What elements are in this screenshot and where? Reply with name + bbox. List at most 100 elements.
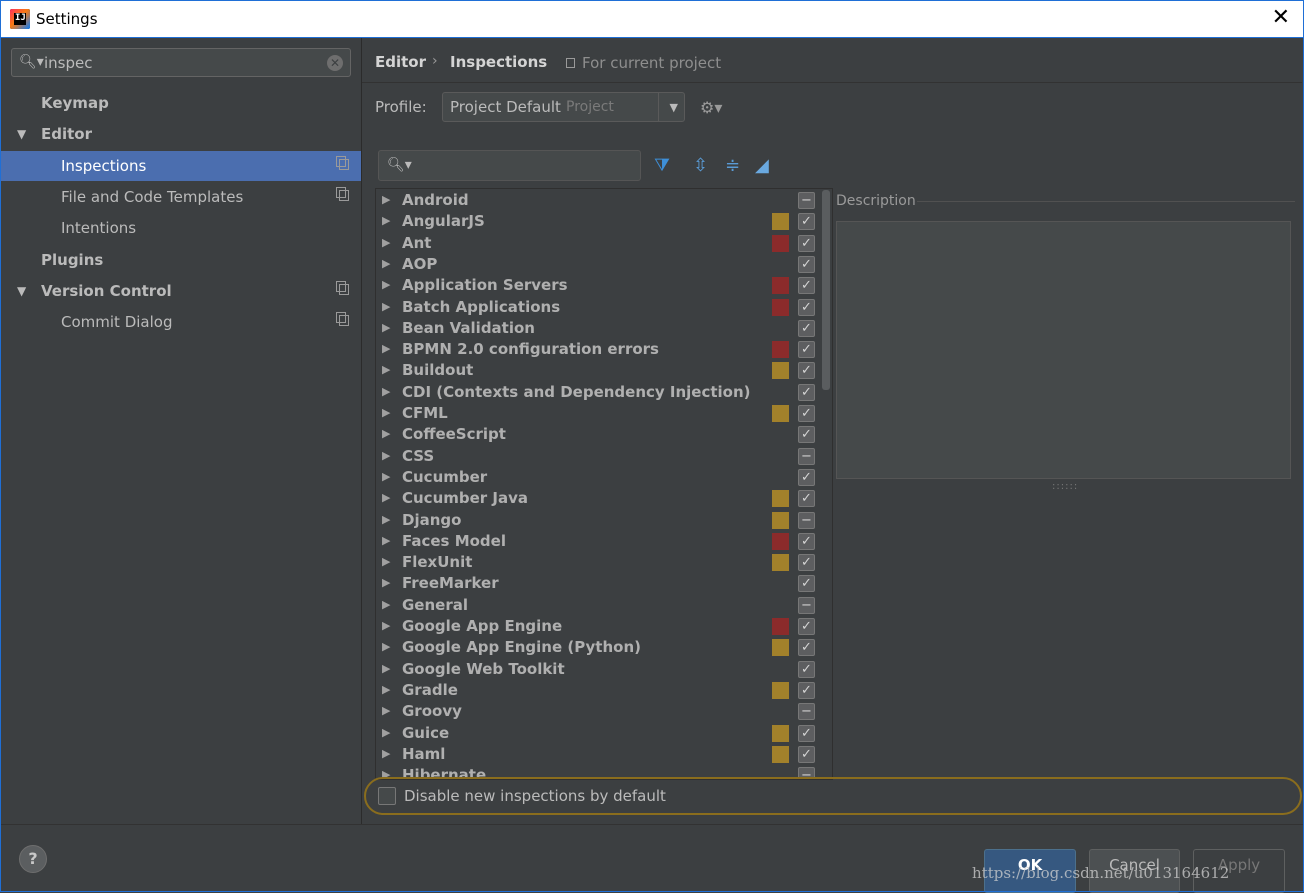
inspection-group-row[interactable]: ▶ Django − [376, 510, 832, 531]
inspection-enabled-checkbox[interactable]: ✓ [798, 639, 815, 657]
inspection-group-row[interactable]: ▶ Google Web Toolkit ✓ [376, 659, 832, 680]
inspection-group-row[interactable]: ▶ CFML ✓ [376, 403, 832, 424]
expand-arrow-icon[interactable]: ▶ [382, 619, 390, 632]
expand-arrow-icon[interactable]: ▶ [382, 300, 390, 313]
inspection-group-row[interactable]: ▶ Batch Applications ✓ [376, 297, 832, 318]
expand-arrow-icon[interactable]: ▶ [382, 278, 390, 291]
reset-eraser-icon[interactable]: ◢ [755, 157, 769, 175]
inspection-enabled-checkbox[interactable]: ✓ [798, 255, 815, 273]
inspection-group-row[interactable]: ▶ Cucumber ✓ [376, 467, 832, 488]
expand-arrow-icon[interactable]: ▶ [382, 555, 390, 568]
expand-arrow-icon[interactable]: ▶ [382, 449, 390, 462]
profile-dropdown[interactable]: Project Default Project ▼ [442, 92, 685, 122]
inspection-enabled-checkbox[interactable]: ✓ [798, 277, 815, 295]
close-icon[interactable]: ✕ [1272, 6, 1290, 30]
expand-arrow-icon[interactable]: ▶ [382, 385, 390, 398]
chevron-down-icon[interactable]: ▼ [17, 276, 26, 306]
inspection-enabled-checkbox[interactable]: ✓ [798, 341, 815, 359]
expand-arrow-icon[interactable]: ▶ [382, 363, 390, 376]
inspection-group-row[interactable]: ▶ CoffeeScript ✓ [376, 424, 832, 445]
inspection-group-row[interactable]: ▶ Application Servers ✓ [376, 275, 832, 296]
inspection-enabled-checkbox[interactable]: − [798, 703, 815, 721]
expand-arrow-icon[interactable]: ▶ [382, 470, 390, 483]
inspection-enabled-checkbox[interactable]: ✓ [798, 745, 815, 763]
sidebar-item[interactable]: Intentions [1, 213, 361, 243]
sidebar-item[interactable]: File and Code Templates [1, 182, 361, 212]
inspection-enabled-checkbox[interactable]: ✓ [798, 319, 815, 337]
inspection-group-row[interactable]: ▶ FreeMarker ✓ [376, 573, 832, 594]
inspection-group-row[interactable]: ▶ Gradle ✓ [376, 680, 832, 701]
sidebar-item[interactable]: Keymap [1, 88, 361, 118]
expand-arrow-icon[interactable]: ▶ [382, 534, 390, 547]
inspection-group-row[interactable]: ▶ CSS − [376, 446, 832, 467]
inspections-scrollbar[interactable] [822, 188, 830, 780]
expand-arrow-icon[interactable]: ▶ [382, 576, 390, 589]
inspection-enabled-checkbox[interactable]: ✓ [798, 405, 815, 422]
inspection-enabled-checkbox[interactable]: − [798, 596, 815, 614]
sidebar-item[interactable]: ▼ Version Control [1, 276, 361, 306]
inspection-enabled-checkbox[interactable]: ✓ [798, 426, 815, 444]
expand-arrow-icon[interactable]: ▶ [382, 491, 390, 504]
clear-search-icon[interactable]: ✕ [327, 55, 343, 71]
inspection-enabled-checkbox[interactable]: ✓ [798, 660, 815, 678]
chevron-down-icon[interactable]: ▼ [17, 119, 26, 149]
inspection-enabled-checkbox[interactable]: − [798, 192, 815, 209]
sidebar-item[interactable]: ▼ Editor [1, 119, 361, 149]
scrollbar-thumb[interactable] [822, 190, 830, 390]
inspection-group-row[interactable]: ▶ Google App Engine ✓ [376, 616, 832, 637]
inspection-group-row[interactable]: ▶ Cucumber Java ✓ [376, 488, 832, 509]
sidebar-item[interactable]: Commit Dialog [1, 307, 361, 337]
expand-arrow-icon[interactable]: ▶ [382, 683, 390, 696]
inspection-group-row[interactable]: ▶ BPMN 2.0 configuration errors ✓ [376, 339, 832, 360]
inspection-group-row[interactable]: ▶ Guice ✓ [376, 723, 832, 744]
disable-new-inspections-checkbox[interactable] [378, 787, 396, 805]
inspection-enabled-checkbox[interactable]: ✓ [798, 362, 815, 380]
inspection-enabled-checkbox[interactable]: ✓ [798, 490, 815, 508]
inspection-group-row[interactable]: ▶ FlexUnit ✓ [376, 552, 832, 573]
expand-arrow-icon[interactable]: ▶ [382, 513, 390, 526]
expand-arrow-icon[interactable]: ▶ [382, 406, 390, 419]
inspection-group-row[interactable]: ▶ General − [376, 595, 832, 616]
inspection-group-row[interactable]: ▶ Google App Engine (Python) ✓ [376, 637, 832, 658]
inspection-group-row[interactable]: ▶ Haml ✓ [376, 744, 832, 765]
inspection-enabled-checkbox[interactable]: ✓ [798, 532, 815, 550]
help-icon[interactable]: ? [19, 845, 47, 873]
inspection-group-row[interactable]: ▶ AngularJS ✓ [376, 211, 832, 232]
inspection-filter-input[interactable]: 🔍︎▾ [378, 150, 641, 181]
expand-arrow-icon[interactable]: ▶ [382, 342, 390, 355]
inspection-group-row[interactable]: ▶ Bean Validation ✓ [376, 318, 832, 339]
expand-arrow-icon[interactable]: ▶ [382, 193, 390, 206]
expand-arrow-icon[interactable]: ▶ [382, 747, 390, 760]
expand-arrow-icon[interactable]: ▶ [382, 321, 390, 334]
expand-arrow-icon[interactable]: ▶ [382, 726, 390, 739]
inspection-group-row[interactable]: ▶ Ant ✓ [376, 233, 832, 254]
inspection-enabled-checkbox[interactable]: − [798, 447, 815, 465]
filter-icon[interactable]: ⧩ [654, 157, 670, 175]
inspection-enabled-checkbox[interactable]: ✓ [798, 383, 815, 401]
expand-arrow-icon[interactable]: ▶ [382, 704, 390, 717]
inspection-group-row[interactable]: ▶ AOP ✓ [376, 254, 832, 275]
inspection-enabled-checkbox[interactable]: ✓ [798, 234, 815, 252]
disable-new-inspections-label[interactable]: Disable new inspections by default [404, 787, 666, 805]
breadcrumb-editor[interactable]: Editor [375, 53, 426, 71]
expand-arrow-icon[interactable]: ▶ [382, 214, 390, 227]
inspection-enabled-checkbox[interactable]: ✓ [798, 724, 815, 742]
chevron-down-icon[interactable]: ▼ [670, 101, 678, 114]
inspection-group-row[interactable]: ▶ Buildout ✓ [376, 360, 832, 381]
sidebar-item[interactable]: Plugins [1, 245, 361, 275]
inspection-enabled-checkbox[interactable]: ✓ [798, 575, 815, 593]
inspection-enabled-checkbox[interactable]: ✓ [798, 681, 815, 699]
expand-arrow-icon[interactable]: ▶ [382, 662, 390, 675]
inspection-group-row[interactable]: ▶ Faces Model ✓ [376, 531, 832, 552]
inspection-group-row[interactable]: ▶ Android − [376, 190, 832, 211]
gear-icon[interactable]: ⚙▾ [700, 98, 722, 117]
expand-arrow-icon[interactable]: ▶ [382, 640, 390, 653]
inspection-enabled-checkbox[interactable]: ✓ [798, 213, 815, 231]
inspection-group-row[interactable]: ▶ Groovy − [376, 701, 832, 722]
inspection-group-row[interactable]: ▶ CDI (Contexts and Dependency Injection)… [376, 382, 832, 403]
sidebar-item[interactable]: Inspections [1, 150, 361, 181]
settings-search-input[interactable]: 🔍︎▾ inspec ✕ [11, 48, 351, 77]
inspection-enabled-checkbox[interactable]: ✓ [798, 298, 815, 316]
inspection-enabled-checkbox[interactable]: − [798, 511, 815, 529]
inspection-enabled-checkbox[interactable]: ✓ [798, 618, 815, 635]
